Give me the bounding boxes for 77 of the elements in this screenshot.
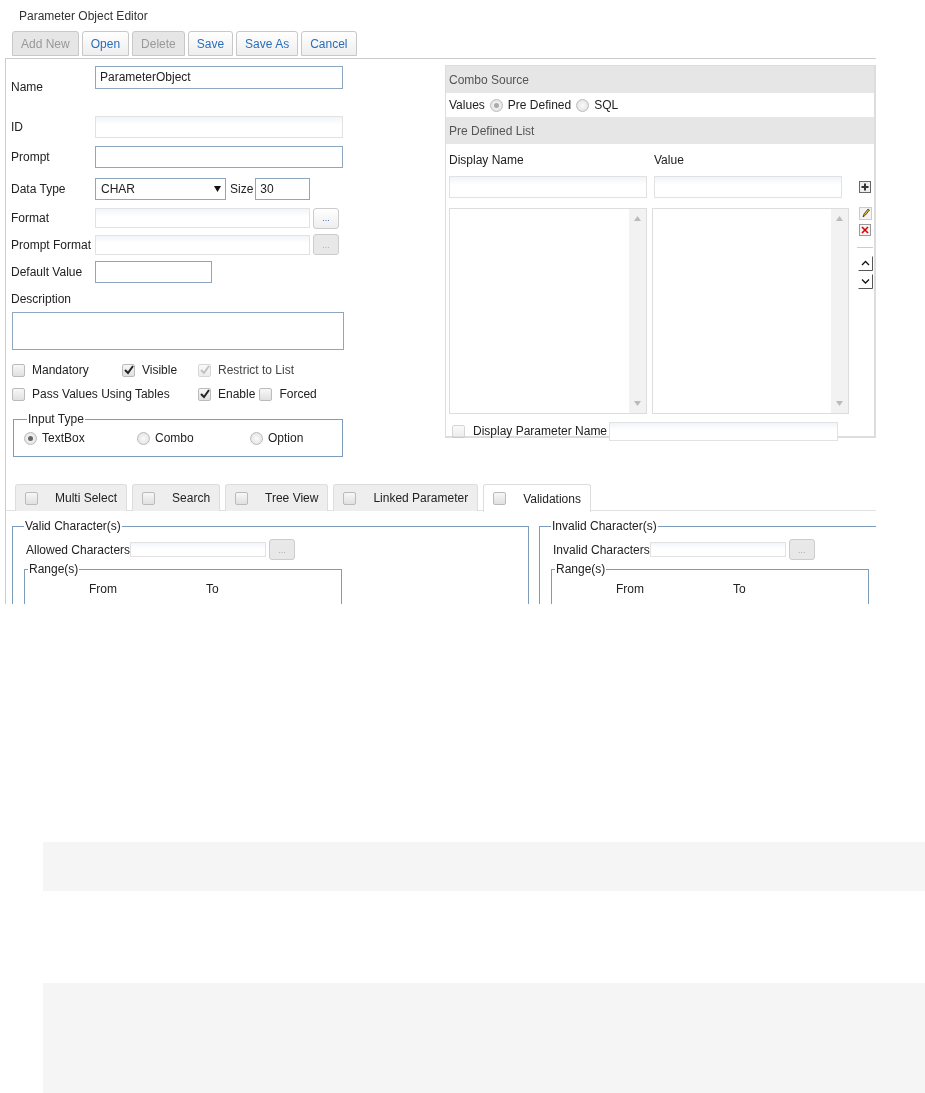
field-label: Values bbox=[449, 98, 485, 112]
scroll-up-arrow-icon[interactable] bbox=[836, 216, 843, 221]
section-header: Pre Defined List bbox=[449, 123, 535, 138]
radio-label: Combo bbox=[155, 431, 194, 445]
checkbox-label: Pass Values Using Tables bbox=[32, 387, 170, 401]
field-label: Invalid Characters bbox=[553, 542, 650, 557]
radio-label: Option bbox=[268, 431, 304, 445]
checkbox[interactable] bbox=[343, 491, 357, 505]
field-label: Description bbox=[11, 292, 73, 306]
dropdown-arrow-icon bbox=[214, 185, 221, 192]
radio-button[interactable] bbox=[137, 431, 150, 445]
field-label: Default Value bbox=[11, 264, 84, 279]
input-field[interactable] bbox=[95, 260, 212, 283]
checkbox-label: Display Parameter Name bbox=[473, 424, 608, 438]
checkbox[interactable] bbox=[12, 363, 25, 377]
checkbox[interactable] bbox=[235, 491, 249, 505]
checkbox[interactable] bbox=[142, 491, 156, 505]
checkbox[interactable] bbox=[25, 491, 38, 505]
tab-label: Tree View bbox=[265, 491, 319, 505]
field-label: ID bbox=[11, 119, 24, 134]
toolbar-button[interactable]: Cancel bbox=[301, 31, 357, 56]
radio-label: Pre Defined bbox=[507, 98, 572, 112]
checkbox-label: Forced bbox=[279, 387, 317, 401]
group-legend: Input Type bbox=[27, 412, 85, 426]
tab-label: Search bbox=[172, 491, 211, 505]
group-legend: Range(s) bbox=[555, 562, 607, 576]
tab[interactable]: Linked Parameter bbox=[333, 484, 479, 511]
checkbox[interactable] bbox=[122, 363, 135, 377]
input-field[interactable]: ParameterObject bbox=[95, 66, 343, 89]
tab[interactable]: Tree View bbox=[225, 484, 329, 511]
field-label: Allowed Characters bbox=[26, 542, 131, 557]
scroll-up-arrow-icon[interactable] bbox=[634, 216, 641, 221]
input-field[interactable]: 30 bbox=[255, 177, 311, 200]
tab-label: Validations bbox=[523, 491, 581, 506]
column-header: Display Name bbox=[449, 153, 525, 169]
column-header: From bbox=[616, 582, 645, 596]
tab[interactable]: Search bbox=[132, 484, 221, 511]
column-header: Value bbox=[654, 153, 684, 169]
field-label: Prompt Format bbox=[11, 237, 92, 252]
toolbar-button[interactable]: Open bbox=[81, 31, 130, 56]
scroll-down-arrow-icon[interactable] bbox=[836, 401, 843, 406]
radio-button[interactable] bbox=[250, 431, 263, 445]
tab[interactable]: Multi Select bbox=[15, 484, 128, 511]
column-header: From bbox=[89, 582, 118, 596]
field-label: Format bbox=[11, 211, 50, 225]
checkbox[interactable] bbox=[198, 387, 211, 401]
window-title: Parameter Object Editor bbox=[18, 8, 149, 25]
group-legend: Invalid Character(s) bbox=[551, 519, 658, 533]
radio-label: TextBox bbox=[42, 431, 85, 445]
group-legend: Range(s) bbox=[28, 562, 80, 576]
checkbox-label: Mandatory bbox=[32, 363, 89, 377]
field-label: Prompt bbox=[11, 150, 51, 164]
input-field[interactable] bbox=[95, 146, 343, 168]
field-label: Name bbox=[11, 80, 44, 94]
radio-label: SQL bbox=[594, 98, 619, 112]
radio-button[interactable] bbox=[24, 431, 37, 445]
column-header: To bbox=[733, 582, 746, 596]
tab[interactable]: Validations bbox=[483, 484, 591, 512]
section-header: Combo Source bbox=[449, 72, 530, 87]
group-legend: Valid Character(s) bbox=[24, 519, 122, 533]
column-header: To bbox=[206, 582, 219, 596]
toolbar-button[interactable]: Save bbox=[187, 31, 234, 56]
checkbox[interactable] bbox=[12, 387, 25, 401]
checkbox-label: Enable bbox=[218, 387, 256, 401]
tab-label: Linked Parameter bbox=[373, 491, 469, 505]
checkbox[interactable] bbox=[259, 387, 273, 401]
browse-button[interactable]: ... bbox=[313, 207, 339, 229]
dropdown[interactable]: CHAR bbox=[95, 177, 226, 200]
text-area[interactable] bbox=[12, 312, 344, 350]
toolbar-button[interactable]: Save As bbox=[236, 31, 299, 56]
tab-label: Multi Select bbox=[55, 491, 118, 505]
checkbox-label: Restrict to List bbox=[218, 363, 295, 377]
field-label: Data Type bbox=[11, 181, 67, 196]
checkbox[interactable] bbox=[493, 492, 507, 505]
checkbox-label: Visible bbox=[142, 363, 178, 377]
scroll-down-arrow-icon[interactable] bbox=[634, 401, 641, 406]
field-label: Size bbox=[230, 181, 254, 196]
